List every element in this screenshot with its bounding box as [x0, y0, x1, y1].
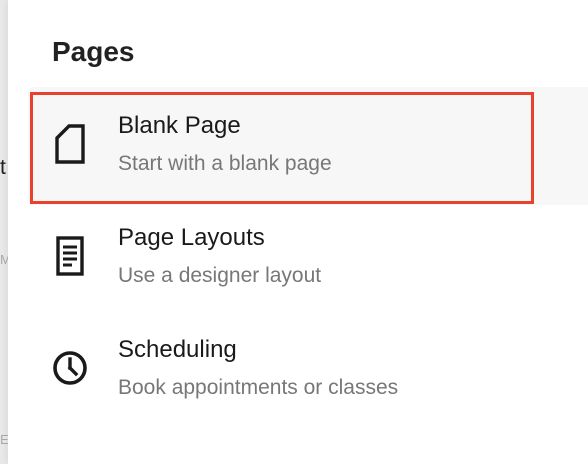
add-page-panel: Pages Blank Page Start with a blank page… — [8, 0, 588, 464]
page-option-scheduling[interactable]: Scheduling Book appointments or classes — [30, 316, 534, 428]
panel-title: Pages — [52, 36, 135, 67]
page-option-description: Use a designer layout — [118, 264, 322, 287]
page-option-label: Blank Page — [118, 112, 241, 139]
blank-page-icon — [50, 122, 90, 166]
page-option-blank-page[interactable]: Blank Page Start with a blank page — [30, 92, 534, 204]
page-option-label: Scheduling — [118, 336, 237, 363]
page-option-label: Page Layouts — [118, 224, 265, 251]
page-option-page-layouts[interactable]: Page Layouts Use a designer layout — [30, 204, 534, 316]
background-text-fragment: t — [0, 156, 6, 179]
page-option-description: Start with a blank page — [118, 152, 332, 175]
page-option-description: Book appointments or classes — [118, 376, 399, 399]
background-page-strip — [0, 0, 8, 464]
page-layouts-icon — [50, 234, 90, 278]
clock-icon — [50, 346, 90, 390]
